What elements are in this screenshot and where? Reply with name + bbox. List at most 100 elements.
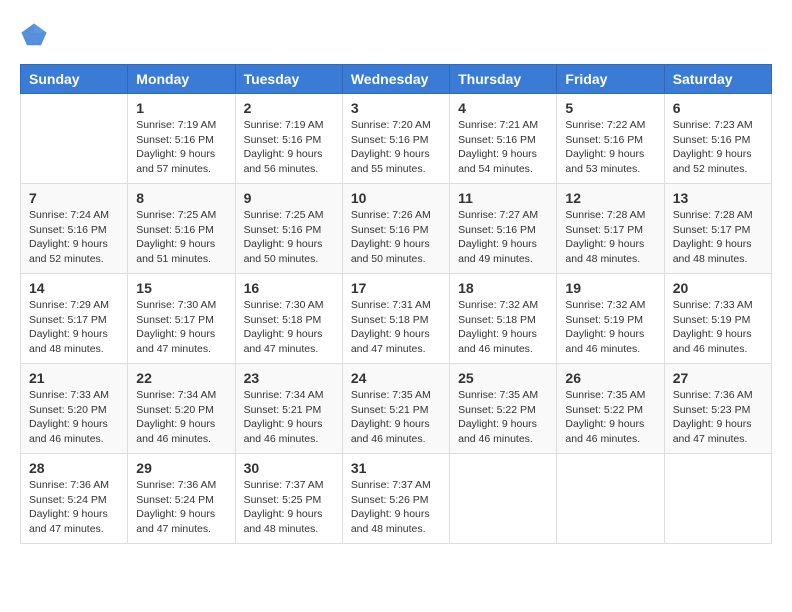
- day-info: Sunrise: 7:20 AM Sunset: 5:16 PM Dayligh…: [351, 118, 441, 177]
- day-header-thursday: Thursday: [450, 65, 557, 94]
- day-info: Sunrise: 7:25 AM Sunset: 5:16 PM Dayligh…: [244, 208, 334, 267]
- calendar-cell: 5 Sunrise: 7:22 AM Sunset: 5:16 PM Daylig…: [557, 94, 664, 184]
- calendar-cell: 28 Sunrise: 7:36 AM Sunset: 5:24 PM Dayli…: [21, 454, 128, 544]
- day-header-friday: Friday: [557, 65, 664, 94]
- day-number: 22: [136, 370, 226, 386]
- calendar-cell: 24 Sunrise: 7:35 AM Sunset: 5:21 PM Dayli…: [342, 364, 449, 454]
- day-info: Sunrise: 7:35 AM Sunset: 5:22 PM Dayligh…: [565, 388, 655, 447]
- calendar-cell: 16 Sunrise: 7:30 AM Sunset: 5:18 PM Dayli…: [235, 274, 342, 364]
- day-number: 24: [351, 370, 441, 386]
- calendar-cell: 1 Sunrise: 7:19 AM Sunset: 5:16 PM Daylig…: [128, 94, 235, 184]
- calendar-cell: 7Sunrise: 7:24 AM Sunset: 5:16 PM Daylig…: [21, 184, 128, 274]
- day-number: 13: [673, 190, 763, 206]
- calendar-week-4: 21Sunrise: 7:33 AM Sunset: 5:20 PM Dayli…: [21, 364, 772, 454]
- calendar-week-3: 14 Sunrise: 7:29 AM Sunset: 5:17 PM Dayli…: [21, 274, 772, 364]
- day-number: 4: [458, 100, 548, 116]
- day-info: Sunrise: 7:37 AM Sunset: 5:25 PM Dayligh…: [244, 478, 334, 537]
- day-number: 12: [565, 190, 655, 206]
- calendar-cell: 19 Sunrise: 7:32 AM Sunset: 5:19 PM Dayli…: [557, 274, 664, 364]
- day-number: 16: [244, 280, 334, 296]
- calendar-cell: 31 Sunrise: 7:37 AM Sunset: 5:26 PM Dayli…: [342, 454, 449, 544]
- day-info: Sunrise: 7:30 AM Sunset: 5:17 PM Dayligh…: [136, 298, 226, 357]
- day-number: 9: [244, 190, 334, 206]
- day-info: Sunrise: 7:25 AM Sunset: 5:16 PM Dayligh…: [136, 208, 226, 267]
- day-number: 11: [458, 190, 548, 206]
- day-info: Sunrise: 7:37 AM Sunset: 5:26 PM Dayligh…: [351, 478, 441, 537]
- day-number: 1: [136, 100, 226, 116]
- calendar-cell: 8 Sunrise: 7:25 AM Sunset: 5:16 PM Daylig…: [128, 184, 235, 274]
- day-info: Sunrise: 7:26 AM Sunset: 5:16 PM Dayligh…: [351, 208, 441, 267]
- day-number: 26: [565, 370, 655, 386]
- calendar-cell: 12 Sunrise: 7:28 AM Sunset: 5:17 PM Dayli…: [557, 184, 664, 274]
- day-info: Sunrise: 7:19 AM Sunset: 5:16 PM Dayligh…: [136, 118, 226, 177]
- day-info: Sunrise: 7:24 AM Sunset: 5:16 PM Dayligh…: [29, 208, 119, 267]
- day-info: Sunrise: 7:32 AM Sunset: 5:18 PM Dayligh…: [458, 298, 548, 357]
- day-info: Sunrise: 7:28 AM Sunset: 5:17 PM Dayligh…: [565, 208, 655, 267]
- calendar-cell: 15 Sunrise: 7:30 AM Sunset: 5:17 PM Dayli…: [128, 274, 235, 364]
- calendar-cell: 6 Sunrise: 7:23 AM Sunset: 5:16 PM Daylig…: [664, 94, 771, 184]
- day-info: Sunrise: 7:35 AM Sunset: 5:21 PM Dayligh…: [351, 388, 441, 447]
- calendar-cell: 14 Sunrise: 7:29 AM Sunset: 5:17 PM Dayli…: [21, 274, 128, 364]
- day-info: Sunrise: 7:23 AM Sunset: 5:16 PM Dayligh…: [673, 118, 763, 177]
- page-header: [20, 20, 772, 48]
- calendar-week-5: 28 Sunrise: 7:36 AM Sunset: 5:24 PM Dayli…: [21, 454, 772, 544]
- calendar-cell: 27 Sunrise: 7:36 AM Sunset: 5:23 PM Dayli…: [664, 364, 771, 454]
- day-info: Sunrise: 7:19 AM Sunset: 5:16 PM Dayligh…: [244, 118, 334, 177]
- calendar-cell: [664, 454, 771, 544]
- day-header-tuesday: Tuesday: [235, 65, 342, 94]
- calendar-cell: 22 Sunrise: 7:34 AM Sunset: 5:20 PM Dayli…: [128, 364, 235, 454]
- day-number: 18: [458, 280, 548, 296]
- day-info: Sunrise: 7:34 AM Sunset: 5:20 PM Dayligh…: [136, 388, 226, 447]
- calendar-cell: 2 Sunrise: 7:19 AM Sunset: 5:16 PM Daylig…: [235, 94, 342, 184]
- calendar-cell: 13 Sunrise: 7:28 AM Sunset: 5:17 PM Dayli…: [664, 184, 771, 274]
- calendar-cell: 3Sunrise: 7:20 AM Sunset: 5:16 PM Daylig…: [342, 94, 449, 184]
- day-number: 14: [29, 280, 119, 296]
- calendar-week-1: 1 Sunrise: 7:19 AM Sunset: 5:16 PM Daylig…: [21, 94, 772, 184]
- day-number: 29: [136, 460, 226, 476]
- day-header-sunday: Sunday: [21, 65, 128, 94]
- day-number: 8: [136, 190, 226, 206]
- day-headers-row: SundayMondayTuesdayWednesdayThursdayFrid…: [21, 65, 772, 94]
- day-info: Sunrise: 7:32 AM Sunset: 5:19 PM Dayligh…: [565, 298, 655, 357]
- calendar-cell: 18 Sunrise: 7:32 AM Sunset: 5:18 PM Dayli…: [450, 274, 557, 364]
- day-number: 2: [244, 100, 334, 116]
- day-info: Sunrise: 7:30 AM Sunset: 5:18 PM Dayligh…: [244, 298, 334, 357]
- calendar-cell: 10Sunrise: 7:26 AM Sunset: 5:16 PM Dayli…: [342, 184, 449, 274]
- calendar-cell: 23 Sunrise: 7:34 AM Sunset: 5:21 PM Dayli…: [235, 364, 342, 454]
- day-number: 17: [351, 280, 441, 296]
- day-number: 21: [29, 370, 119, 386]
- calendar-cell: 25 Sunrise: 7:35 AM Sunset: 5:22 PM Dayli…: [450, 364, 557, 454]
- calendar-header: SundayMondayTuesdayWednesdayThursdayFrid…: [21, 65, 772, 94]
- day-info: Sunrise: 7:28 AM Sunset: 5:17 PM Dayligh…: [673, 208, 763, 267]
- day-info: Sunrise: 7:36 AM Sunset: 5:23 PM Dayligh…: [673, 388, 763, 447]
- day-info: Sunrise: 7:34 AM Sunset: 5:21 PM Dayligh…: [244, 388, 334, 447]
- day-number: 6: [673, 100, 763, 116]
- day-number: 5: [565, 100, 655, 116]
- day-info: Sunrise: 7:29 AM Sunset: 5:17 PM Dayligh…: [29, 298, 119, 357]
- day-info: Sunrise: 7:36 AM Sunset: 5:24 PM Dayligh…: [29, 478, 119, 537]
- day-number: 15: [136, 280, 226, 296]
- day-info: Sunrise: 7:31 AM Sunset: 5:18 PM Dayligh…: [351, 298, 441, 357]
- day-info: Sunrise: 7:35 AM Sunset: 5:22 PM Dayligh…: [458, 388, 548, 447]
- day-number: 31: [351, 460, 441, 476]
- day-header-monday: Monday: [128, 65, 235, 94]
- day-number: 25: [458, 370, 548, 386]
- day-number: 20: [673, 280, 763, 296]
- logo: [20, 20, 52, 48]
- day-info: Sunrise: 7:27 AM Sunset: 5:16 PM Dayligh…: [458, 208, 548, 267]
- day-number: 27: [673, 370, 763, 386]
- day-number: 23: [244, 370, 334, 386]
- day-number: 30: [244, 460, 334, 476]
- day-header-saturday: Saturday: [664, 65, 771, 94]
- calendar-week-2: 7Sunrise: 7:24 AM Sunset: 5:16 PM Daylig…: [21, 184, 772, 274]
- calendar-cell: 20 Sunrise: 7:33 AM Sunset: 5:19 PM Dayli…: [664, 274, 771, 364]
- day-number: 28: [29, 460, 119, 476]
- day-info: Sunrise: 7:22 AM Sunset: 5:16 PM Dayligh…: [565, 118, 655, 177]
- calendar-cell: 4Sunrise: 7:21 AM Sunset: 5:16 PM Daylig…: [450, 94, 557, 184]
- calendar-cell: [557, 454, 664, 544]
- day-number: 19: [565, 280, 655, 296]
- calendar-cell: 26 Sunrise: 7:35 AM Sunset: 5:22 PM Dayli…: [557, 364, 664, 454]
- calendar-cell: 29Sunrise: 7:36 AM Sunset: 5:24 PM Dayli…: [128, 454, 235, 544]
- day-info: Sunrise: 7:33 AM Sunset: 5:19 PM Dayligh…: [673, 298, 763, 357]
- calendar-cell: 9 Sunrise: 7:25 AM Sunset: 5:16 PM Daylig…: [235, 184, 342, 274]
